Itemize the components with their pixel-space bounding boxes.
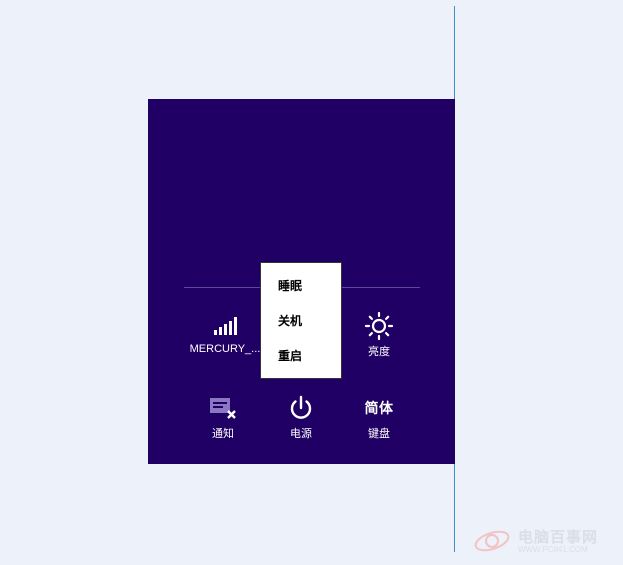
brightness-label: 亮度 (368, 346, 390, 358)
wifi-signal-icon (185, 311, 265, 341)
menu-item-shutdown[interactable]: 关机 (261, 311, 341, 346)
watermark-url: WWW.PC841.COM (518, 545, 588, 554)
notifications-off-icon (183, 393, 263, 423)
brightness-icon (339, 311, 419, 341)
network-label: MERCURY_... (189, 343, 261, 355)
watermark-logo-icon (474, 530, 510, 552)
menu-item-sleep[interactable]: 睡眠 (261, 276, 341, 311)
keyboard-label: 键盘 (368, 428, 390, 440)
power-tile[interactable]: 电源 (261, 393, 341, 441)
power-label: 电源 (290, 428, 312, 440)
menu-item-restart[interactable]: 重启 (261, 346, 341, 381)
keyboard-tile[interactable]: 简体 键盘 (339, 393, 419, 441)
power-menu: 睡眠 关机 重启 (260, 262, 342, 379)
watermark-title: 电脑百事网 (518, 529, 599, 546)
notifications-tile[interactable]: 通知 (183, 393, 263, 441)
brightness-tile[interactable]: 亮度 (339, 311, 419, 359)
network-tile[interactable]: MERCURY_... (185, 311, 265, 355)
watermark: 电脑百事网 WWW.PC841.COM (470, 524, 620, 560)
notifications-label: 通知 (212, 428, 234, 440)
power-icon (261, 393, 341, 423)
keyboard-language-indicator: 简体 (364, 400, 394, 416)
settings-panel: MERCURY_... 亮度 通知 电源 简体 键盘 睡眠 关机 重启 (148, 99, 455, 464)
